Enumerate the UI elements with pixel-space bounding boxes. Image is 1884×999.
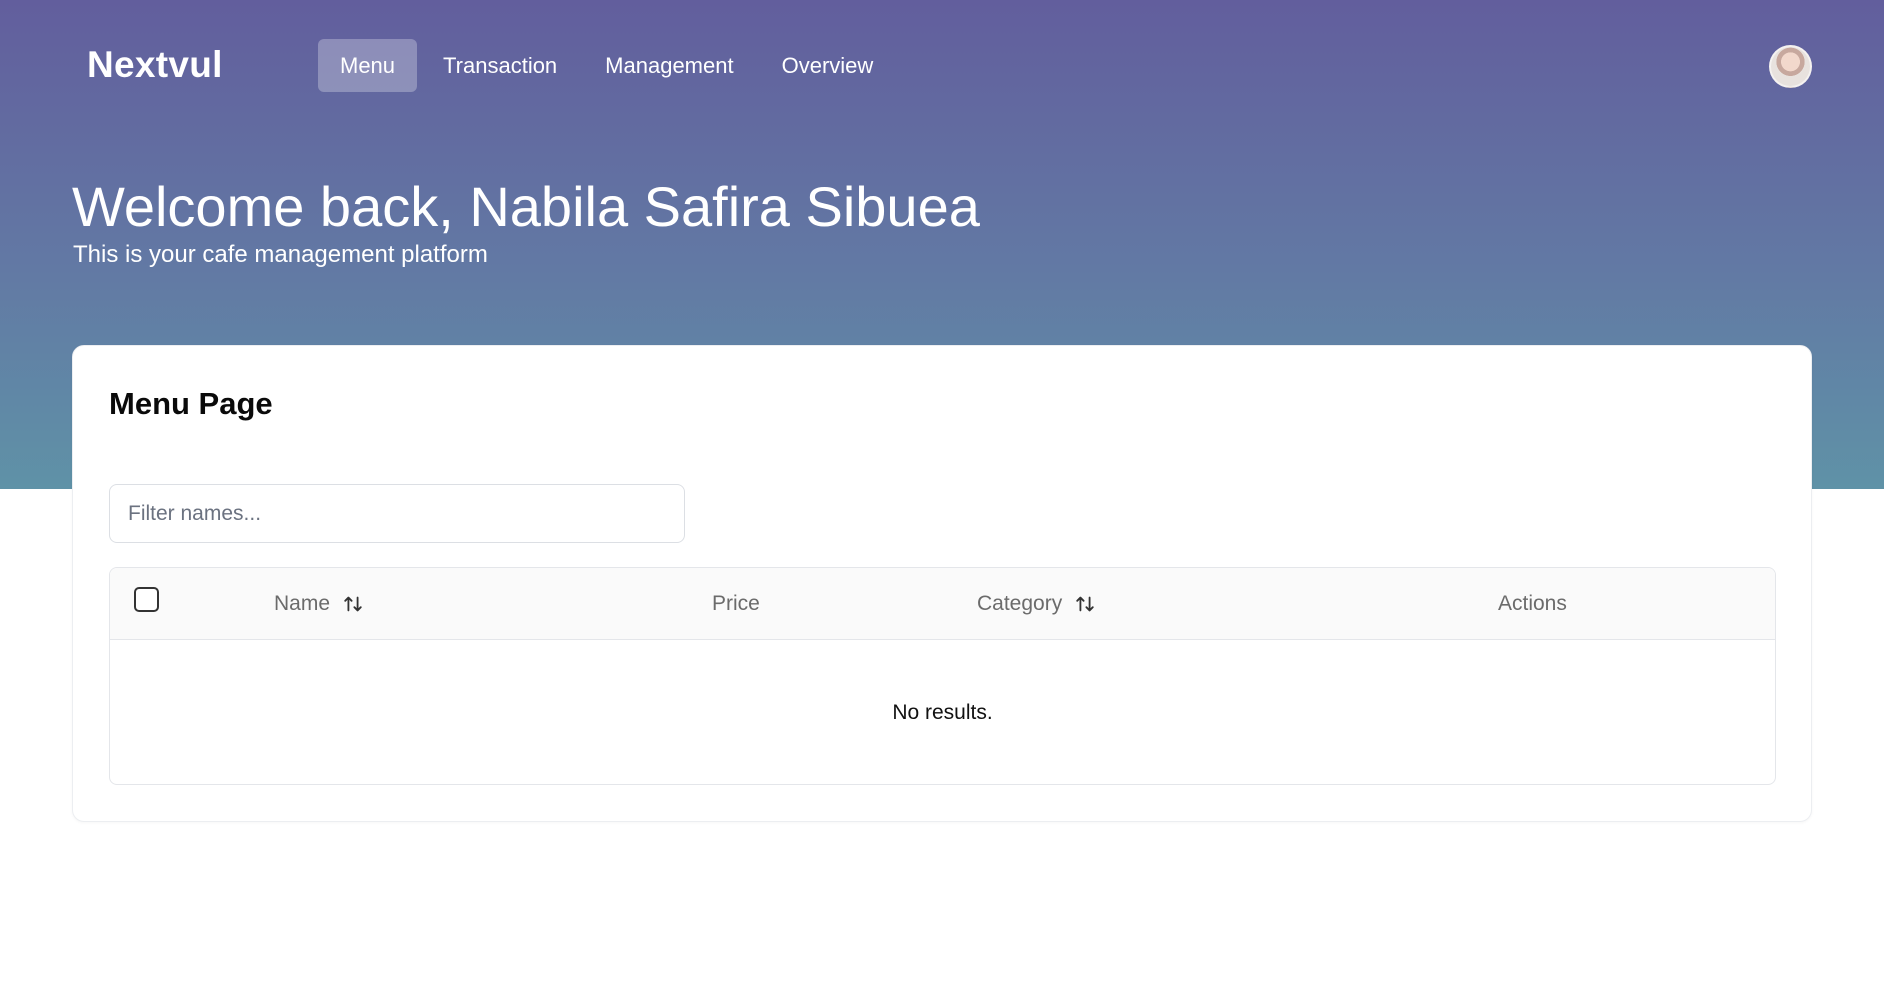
menu-card: Menu Page Name Price Category [72, 345, 1812, 822]
column-header-category[interactable]: Category [977, 568, 1096, 640]
main-nav: Menu Transaction Management Overview [318, 39, 899, 92]
welcome-heading: Welcome back, Nabila Safira Sibuea [72, 175, 980, 238]
column-header-price-label: Price [712, 592, 760, 615]
column-header-name-label: Name [274, 592, 331, 615]
table-header: Name Price Category Actions [110, 568, 1775, 640]
top-navbar: Nextvul Menu Transaction Management Over… [0, 0, 1884, 130]
nav-item-overview[interactable]: Overview [760, 39, 896, 92]
nav-item-management[interactable]: Management [583, 39, 755, 92]
empty-state-message: No results. [892, 701, 993, 724]
nav-item-menu[interactable]: Menu [318, 39, 418, 92]
column-header-actions-label: Actions [1498, 592, 1567, 615]
nav-item-transaction[interactable]: Transaction [421, 39, 579, 92]
brand-logo[interactable]: Nextvul [87, 44, 223, 86]
page-title: Menu Page [109, 386, 273, 421]
column-header-price: Price [712, 568, 760, 640]
user-avatar-icon[interactable] [1769, 45, 1812, 88]
column-header-category-label: Category [977, 592, 1063, 615]
column-header-name[interactable]: Name [274, 568, 364, 640]
menu-table: Name Price Category Actions No results. [109, 567, 1776, 785]
select-all-checkbox[interactable] [134, 587, 159, 612]
column-header-actions: Actions [1498, 568, 1567, 640]
filter-names-input[interactable] [109, 484, 685, 543]
welcome-subtitle: This is your cafe management platform [73, 241, 488, 268]
sort-arrows-icon[interactable] [1074, 593, 1096, 615]
sort-arrows-icon[interactable] [342, 593, 364, 615]
